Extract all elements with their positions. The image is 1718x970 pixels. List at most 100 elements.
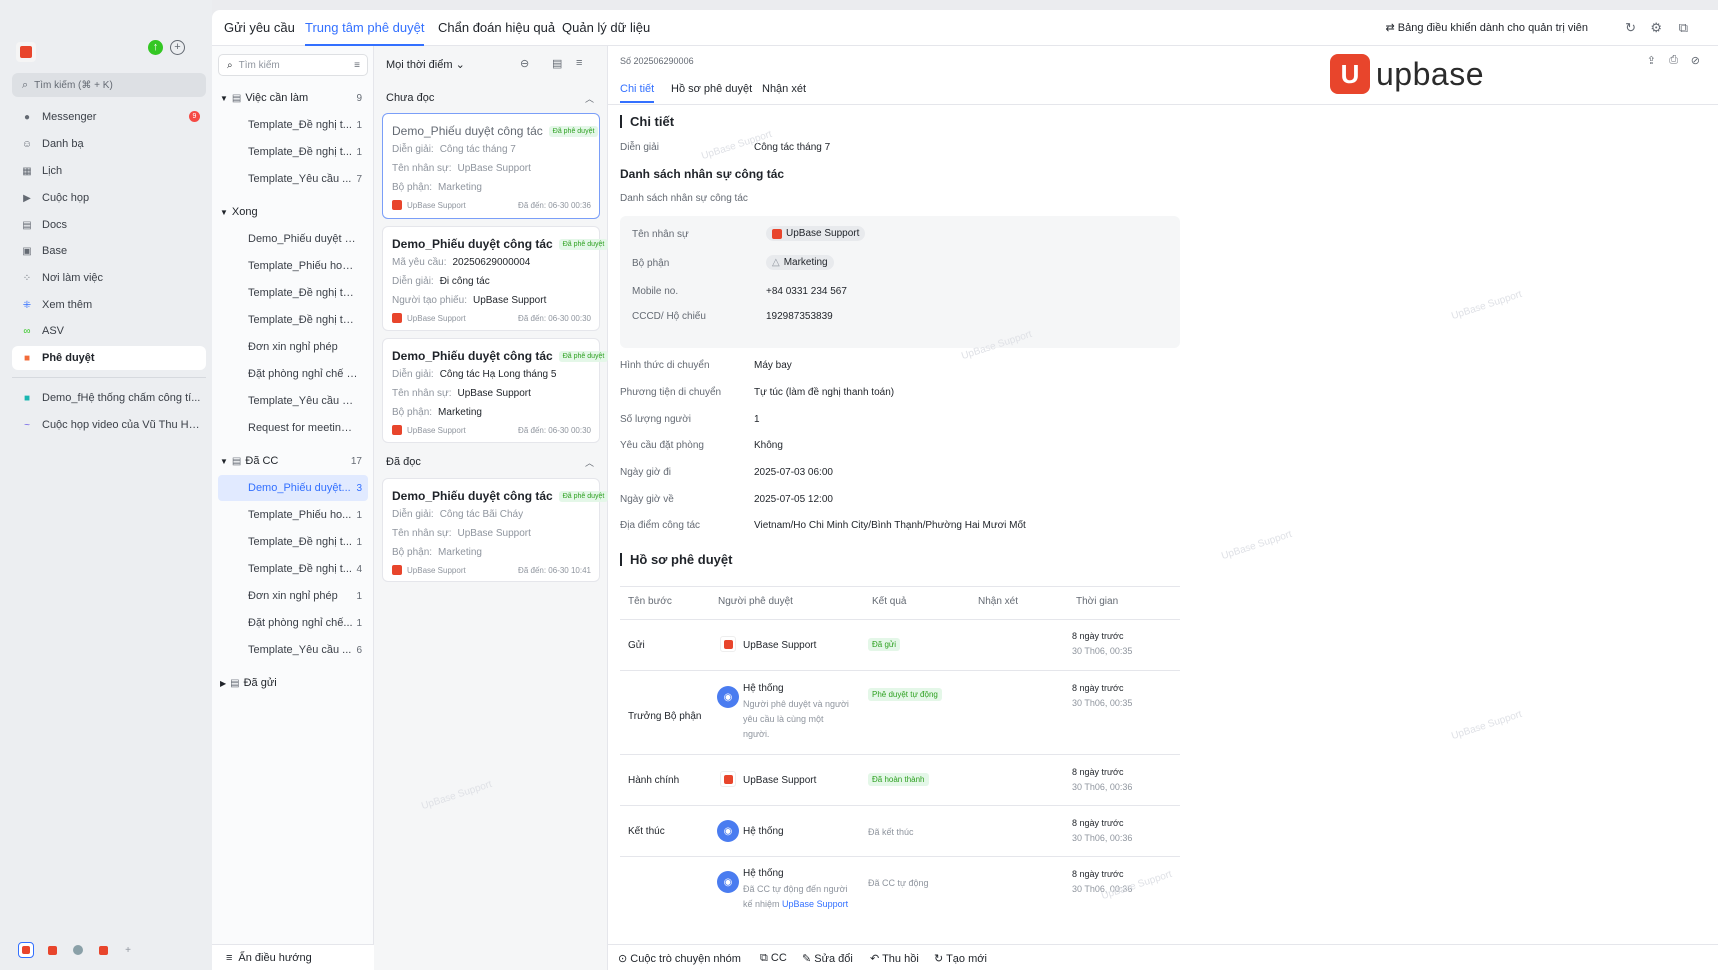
mark-read-icon[interactable]: ⊖ [520,57,529,70]
tree-item[interactable]: Template_Đề nghị tha... [212,307,374,333]
approver-name[interactable]: UpBase Support [743,775,816,786]
link-icon[interactable]: ⊘ [1691,54,1700,67]
table-divider [620,670,1180,671]
request-card[interactable]: Demo_Phiếu duyệt công tác Đã phê duyệt Mã… [382,226,609,331]
request-card[interactable]: Demo_Phiếu duyệt công tác Đã phê duyệt Di… [382,478,609,582]
staff-name-chip[interactable]: UpBase Support [766,226,866,242]
relative-time: 8 ngày trước [1072,631,1124,641]
withdraw-button[interactable]: ↶ Thu hồi [870,952,919,965]
card-title-row: Demo_Phiếu duyệt công tác Đã phê duyệt [392,347,609,365]
field-label: Tên nhân sự [632,229,689,240]
tree-item[interactable]: Đơn xin nghỉ phép [212,334,374,360]
tab-detail[interactable]: Chi tiết [620,83,655,103]
sidebar-item-calendar[interactable]: ▦ Lịch [12,159,206,183]
department-chip[interactable]: △ Marketing [766,255,834,270]
tree-item[interactable]: Template_Đề nghị t... 1 [212,139,374,165]
video-icon: ▶ [23,192,31,204]
workspace-switch-icon[interactable] [95,942,111,958]
tree-item[interactable]: Đặt phòng nghỉ chế đ... [212,361,374,387]
tab-data-management[interactable]: Quản lý dữ liệu [562,20,650,35]
tree-item[interactable]: Template_Yêu cầu đặt... [212,388,374,414]
request-card[interactable]: Demo_Phiếu duyệt công tác Đã phê duyệt Di… [382,338,609,443]
tab-approval-center[interactable]: Trung tâm phê duyệt [305,20,425,46]
admin-console-link[interactable]: ⇄ Bảng điều khiển dành cho quản trị viên [1386,21,1588,34]
share-icon[interactable]: ⇪ [1647,54,1656,67]
tree-group-cc[interactable]: ▼ ▤ Đã CC 17 [212,448,374,474]
tab-approval-record[interactable]: Hồ sơ phê duyệt [671,83,752,95]
tree-item-selected[interactable]: Demo_Phiếu duyệt... 3 [218,475,368,501]
group-chat-button[interactable]: ⊙ Cuộc trò chuyện nhóm [618,952,741,965]
chevron-up-icon: ︿ [584,93,594,104]
staff-table: Tên nhân sự UpBase Support Bộ phận △ Mark… [620,216,1180,348]
tree-group-label: Xong [231,206,258,218]
create-new-button[interactable]: ↻ Tạo mới [934,952,987,965]
sidebar-item-meetings[interactable]: ▶ Cuộc họp [12,186,206,210]
tree-group-sent[interactable]: ▶ ▤ Đã gửi [212,670,374,696]
successor-link[interactable]: UpBase Support [782,899,848,909]
add-workspace-icon[interactable]: + [120,942,136,958]
tree-item[interactable]: Template_Đề nghị t... 4 [212,556,374,582]
tree-item[interactable]: Template_Phiếu ho... 1 [212,502,374,528]
section-read[interactable]: Đã đọc ︿ [378,448,604,476]
card-date: Đã đến: 06-30 00:36 [518,200,591,210]
button-label: CC [770,952,787,964]
tree-group-label: Đã CC [245,455,279,467]
tree-search-input[interactable]: ⌕ Tìm kiếm ≡ [218,54,368,76]
global-search[interactable]: ⌕ Tìm kiếm (⌘ + K) [12,73,206,97]
sort-icon[interactable]: ≡ [576,57,582,69]
tree-item[interactable]: Demo_Phiếu duyệt cô... [212,226,374,252]
request-number: Số 202506290006 [620,56,694,66]
workspace-switch-icon[interactable] [18,942,34,958]
sidebar-item-messenger[interactable]: ● Messenger 9 [12,105,206,129]
card-title-row: Demo_Phiếu duyệt công tác Đã phê duyệt [392,487,609,505]
request-card-selected[interactable]: Demo_Phiếu duyệt công tác Đã phê duyệt Di… [382,113,600,219]
open-window-icon[interactable]: ⧉ [1679,20,1688,36]
sidebar-item-docs[interactable]: ▤ Docs [12,213,206,237]
tree-item[interactable]: Đặt phòng nghỉ chế... 1 [212,610,374,636]
sidebar-item-workplace[interactable]: ⁘ Nơi làm việc [12,266,206,290]
card-line: Bộ phận: Marketing [392,182,482,193]
tree-item[interactable]: Template_Đề nghị tạ... [212,280,374,306]
tree-item[interactable]: Đơn xin nghỉ phép 1 [212,583,374,609]
time-filter-dropdown[interactable]: Mọi thời điểm ⌄ [386,58,465,71]
tree-item[interactable]: Template_Đề nghị t... 1 [212,112,374,138]
tab-comments[interactable]: Nhận xét [762,83,806,95]
approver-name: Hệ thống [743,868,784,879]
section-unread[interactable]: Chưa đọc ︿ [378,84,604,112]
tab-performance[interactable]: Chẩn đoán hiệu quả [438,20,555,35]
tree-item[interactable]: Template_Đề nghị t... 1 [212,529,374,555]
relative-time: 8 ngày trước [1072,818,1124,828]
sidebar-item-asv[interactable]: ∞ ASV [12,319,206,343]
sidebar-item-base[interactable]: ▣ Base [12,239,206,263]
tree-group-todo[interactable]: ▼ ▤ Việc cần làm 9 [212,85,374,111]
tree-group-done[interactable]: ▼ Xong [212,199,374,225]
sidebar-item-contacts[interactable]: ☺ Danh bạ [12,132,206,156]
tree-item-label: Template_Đề nghị t... [248,146,352,158]
chip-label: Marketing [783,257,828,268]
refresh-icon[interactable]: ↻ [1625,20,1636,36]
hide-navigation-button[interactable]: ≡ Ẩn điều hướng [212,944,374,970]
tree-count: 1 [356,509,362,521]
tab-submit-request[interactable]: Gửi yêu cầu [224,20,295,35]
pinned-item-video-meeting[interactable]: ~ Cuộc họp video của Vũ Thu Hu... [12,413,206,437]
tree-item[interactable]: Template_Yêu cầu ... 7 [212,166,374,192]
tree-item[interactable]: Template_Yêu cầu ... 6 [212,637,374,663]
upgrade-icon[interactable]: ↑ [148,40,163,55]
workspace-switch-icon[interactable] [70,942,86,958]
cc-button[interactable]: ⧉ CC [760,952,787,965]
tree-item[interactable]: Request for meeting r... [212,415,374,441]
sidebar-item-label: Lịch [42,165,63,177]
approver-name[interactable]: UpBase Support [743,640,816,651]
batch-icon[interactable]: ▤ [552,57,562,70]
tree-item[interactable]: Template_Phiếu hoàn... [212,253,374,279]
print-icon[interactable]: ⎙ [1669,54,1678,67]
filter-icon[interactable]: ≡ [354,60,360,71]
sidebar-item-approval[interactable]: ■ Phê duyệt [12,346,206,370]
workspace-switch-icon[interactable] [44,942,60,958]
add-icon[interactable]: + [170,40,185,55]
pinned-item-timesheet[interactable]: ■ Demo_fHệ thống chấm công tí... [12,386,206,410]
edit-button[interactable]: ✎ Sửa đổi [802,952,853,965]
workspace-logo-icon[interactable] [16,42,36,62]
gear-icon[interactable]: ⚙ [1650,20,1662,36]
sidebar-item-more[interactable]: ⁜ Xem thêm [12,293,206,317]
